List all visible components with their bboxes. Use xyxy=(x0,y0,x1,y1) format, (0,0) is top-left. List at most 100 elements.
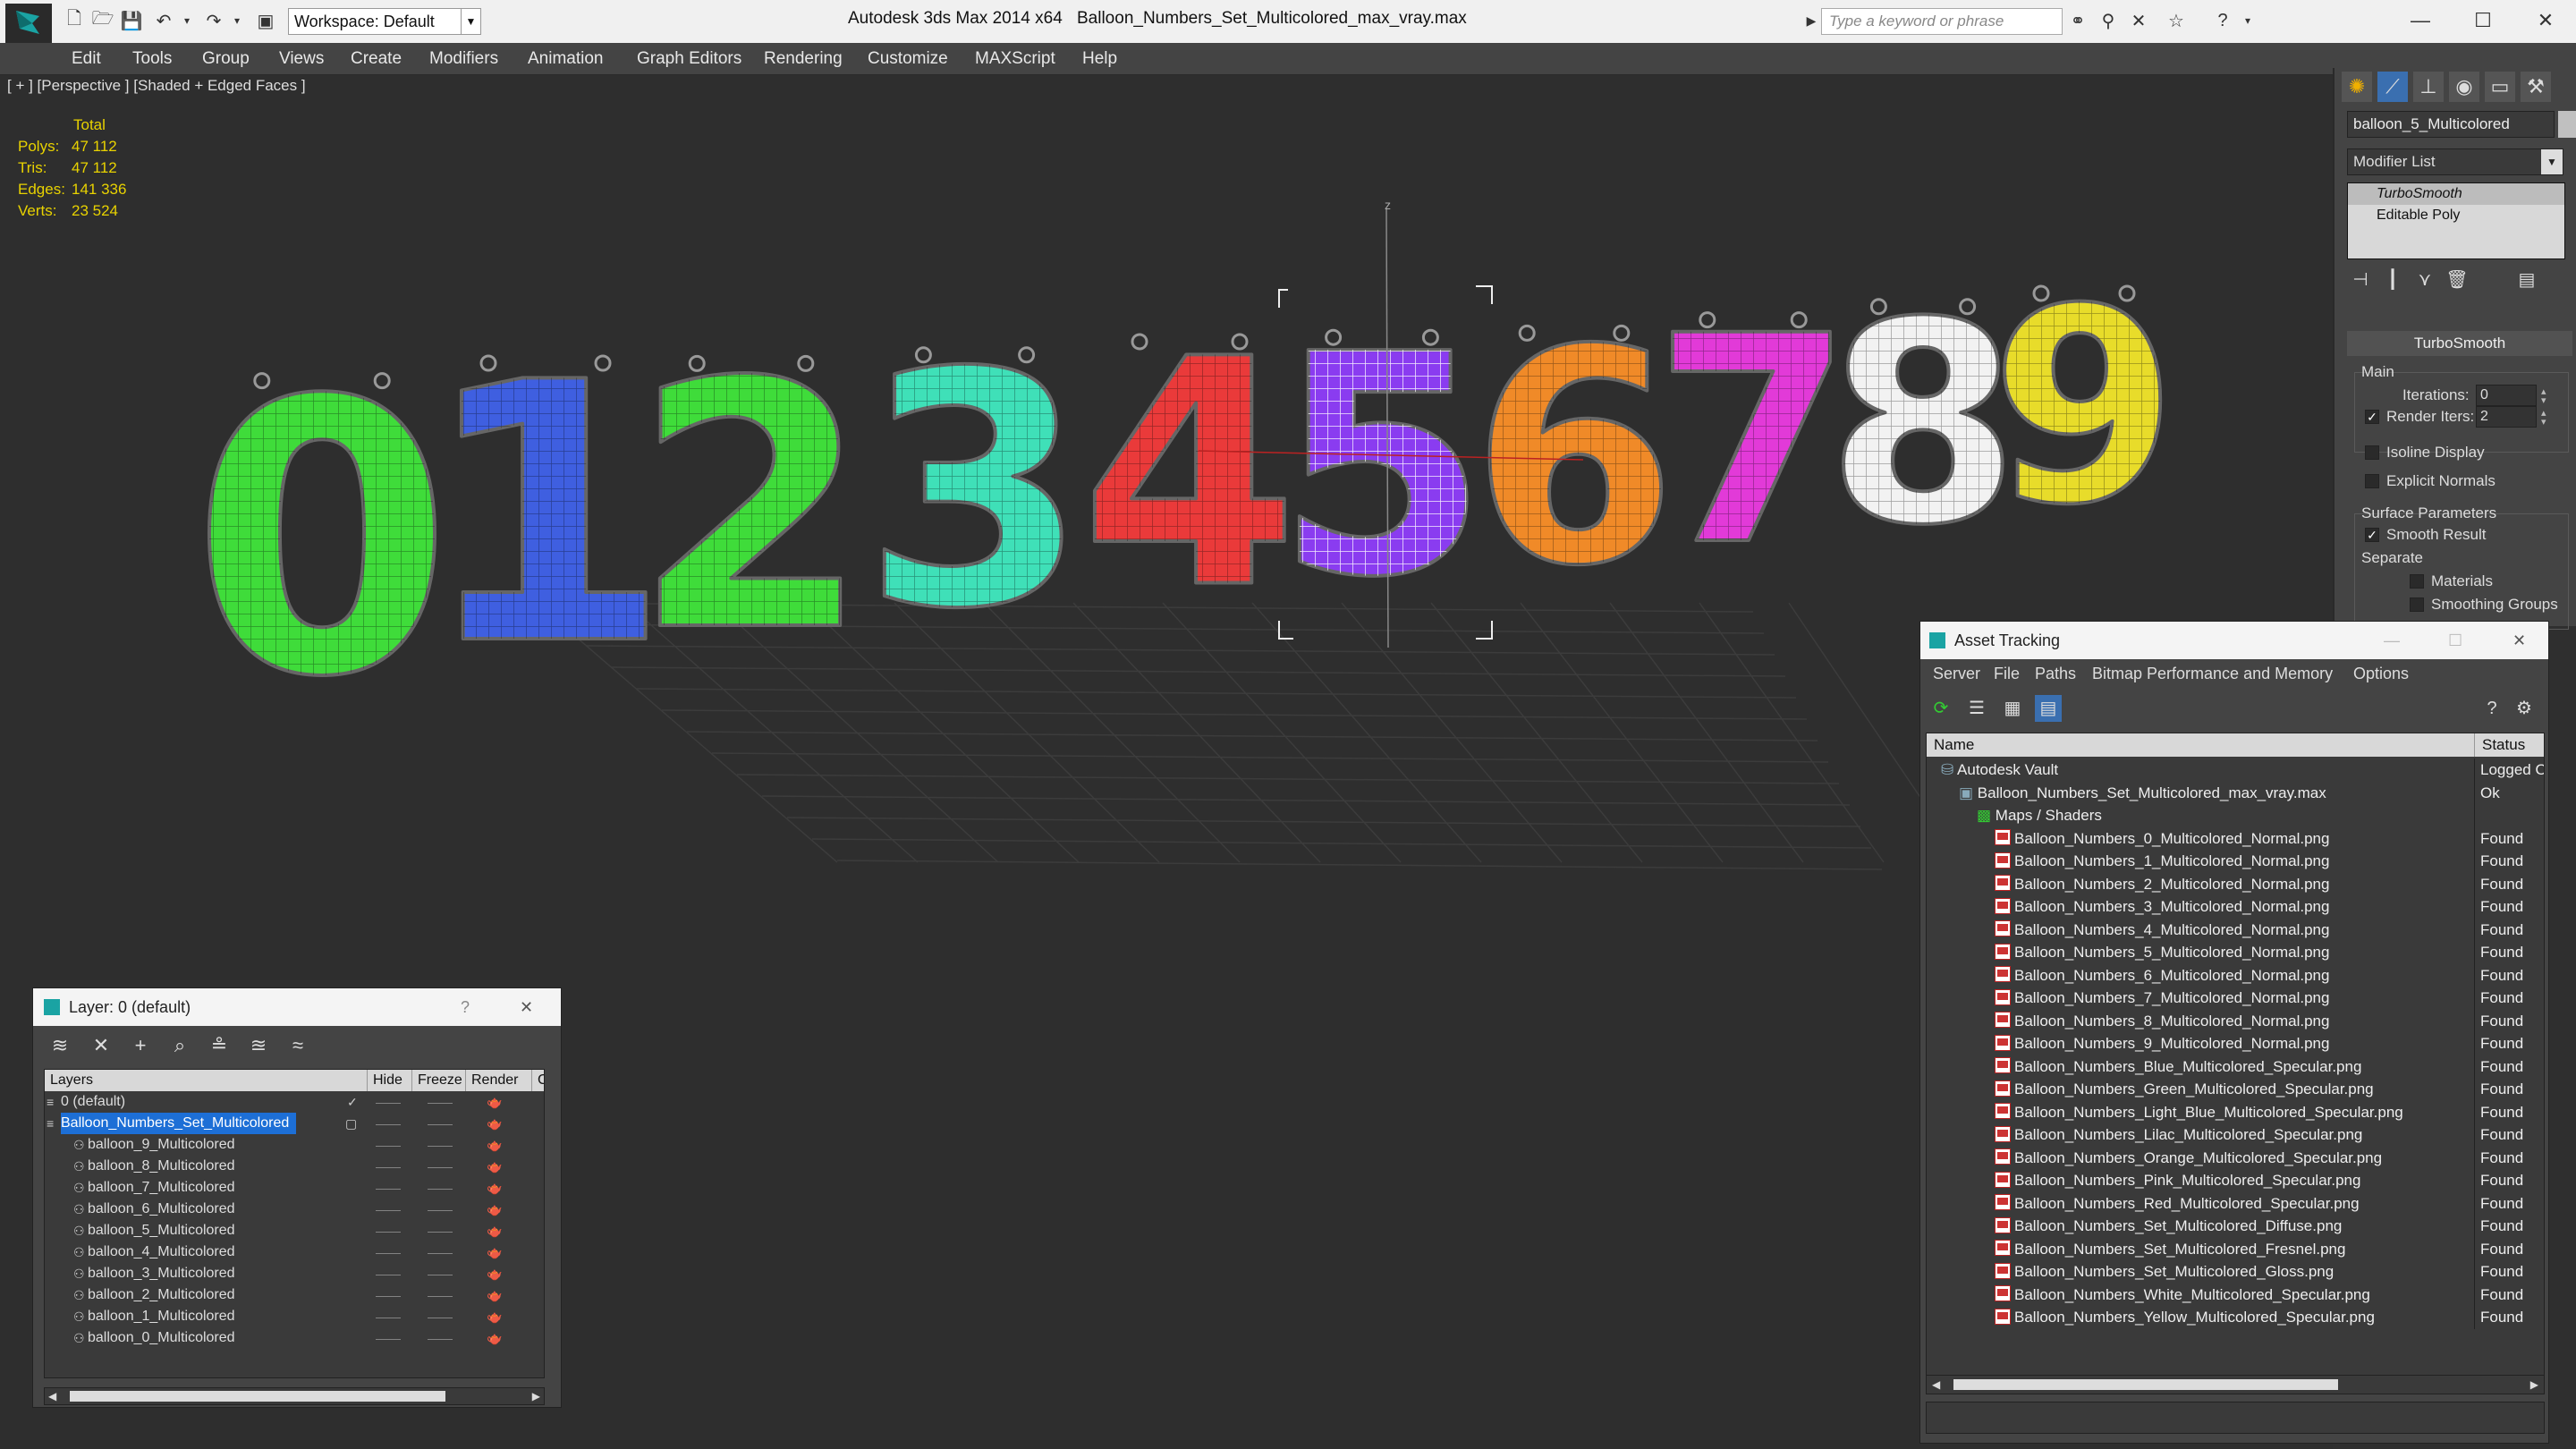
thumbnail-view-icon[interactable]: ▦ xyxy=(1999,695,2026,722)
layer-name[interactable]: 0 (default) xyxy=(61,1091,125,1113)
asset-row[interactable]: Balloon_Numbers_Light_Blue_Multicolored_… xyxy=(1927,1100,2544,1123)
modifier-list-dropdown[interactable]: Modifier List ▼ xyxy=(2347,148,2563,175)
asset-menu-paths[interactable]: Paths xyxy=(2035,665,2076,683)
help-dropdown-icon[interactable]: ▾ xyxy=(2236,9,2259,32)
menu-modifiers[interactable]: Modifiers xyxy=(429,43,498,75)
menu-maxscript[interactable]: MAXScript xyxy=(975,43,1055,75)
table-view-icon[interactable]: ▤ xyxy=(2035,695,2062,722)
scroll-right-icon[interactable]: ▶ xyxy=(2530,1376,2538,1394)
render-teapot-icon[interactable]: 🫖 xyxy=(487,1241,502,1263)
undo-dropdown-icon[interactable]: ▾ xyxy=(175,9,199,32)
scroll-left-icon[interactable]: ◀ xyxy=(48,1388,56,1404)
menu-group[interactable]: Group xyxy=(202,43,250,75)
scroll-thumb[interactable] xyxy=(1953,1379,2338,1390)
col-layers[interactable]: Layers xyxy=(45,1070,340,1091)
remove-modifier-icon[interactable]: 🗑 xyxy=(2444,267,2470,293)
asset-help-icon[interactable]: ? xyxy=(2479,695,2505,722)
asset-row[interactable]: Balloon_Numbers_5_Multicolored_Normal.pn… xyxy=(1927,941,2544,964)
hide-toggle[interactable]: —— xyxy=(376,1091,401,1113)
utilities-tab-icon[interactable]: ⚒ xyxy=(2521,72,2551,102)
hide-toggle[interactable]: —— xyxy=(376,1134,401,1156)
balloon-7[interactable]: 77 xyxy=(1652,274,1855,610)
hide-toggle[interactable]: —— xyxy=(376,1263,401,1284)
make-unique-icon[interactable]: ⋎ xyxy=(2411,267,2438,293)
asset-row[interactable]: Balloon_Numbers_Set_Multicolored_Diffuse… xyxy=(1927,1215,2544,1238)
freeze-toggle[interactable]: —— xyxy=(428,1327,453,1349)
communication-center-icon[interactable]: ✕ xyxy=(2127,9,2150,32)
asset-window-titlebar[interactable]: Asset Tracking — ☐ ✕ xyxy=(1920,622,2548,659)
asset-row[interactable]: Balloon_Numbers_3_Multicolored_Normal.pn… xyxy=(1927,895,2544,919)
freeze-toggle[interactable]: —— xyxy=(428,1156,453,1177)
layer-row[interactable]: ≡ Balloon_Numbers_Set_Multicolored ▢ —— —— 🫖 xyxy=(45,1113,544,1134)
layer-row[interactable]: ⚇ balloon_4_Multicolored —— —— 🫖 xyxy=(45,1241,544,1263)
freeze-toggle[interactable]: —— xyxy=(428,1241,453,1263)
freeze-toggle[interactable]: —— xyxy=(428,1284,453,1306)
col-freeze[interactable]: Freeze xyxy=(411,1070,462,1091)
stack-item-turbosmooth[interactable]: TurboSmooth xyxy=(2348,183,2564,205)
redo-dropdown-icon[interactable]: ▾ xyxy=(225,9,249,32)
layer-row[interactable]: ⚇ balloon_9_Multicolored —— —— 🫖 xyxy=(45,1134,544,1156)
workspace-dropdown[interactable]: Workspace: Default ▼ xyxy=(288,8,481,35)
hide-toggle[interactable]: —— xyxy=(376,1306,401,1327)
asset-menu-file[interactable]: File xyxy=(1994,665,2020,683)
layer-name[interactable]: balloon_5_Multicolored xyxy=(88,1220,235,1241)
asset-row[interactable]: Balloon_Numbers_Pink_Multicolored_Specul… xyxy=(1927,1169,2544,1192)
menu-tools[interactable]: Tools xyxy=(132,43,172,75)
render-teapot-icon[interactable]: 🫖 xyxy=(487,1284,502,1306)
highlight-selected-icon[interactable]: ≗ xyxy=(205,1031,233,1060)
layer-row[interactable]: ⚇ balloon_3_Multicolored —— —— 🫖 xyxy=(45,1263,544,1284)
asset-path-field[interactable] xyxy=(1926,1402,2545,1434)
maximize-button[interactable]: ☐ xyxy=(2456,5,2510,36)
col-color[interactable]: C xyxy=(531,1070,544,1091)
freeze-toggle[interactable]: —— xyxy=(428,1220,453,1241)
balloon-5[interactable]: 55 xyxy=(1275,288,1490,646)
menu-rendering[interactable]: Rendering xyxy=(764,43,843,75)
asset-row[interactable]: Balloon_Numbers_2_Multicolored_Normal.pn… xyxy=(1927,872,2544,895)
layer-window-titlebar[interactable]: Layer: 0 (default) ? ✕ xyxy=(33,988,561,1026)
render-teapot-icon[interactable]: 🫖 xyxy=(487,1199,502,1220)
scroll-left-icon[interactable]: ◀ xyxy=(1932,1376,1940,1394)
help-icon[interactable]: ? xyxy=(2211,9,2234,32)
layer-help-button[interactable]: ? xyxy=(461,988,470,1026)
layer-name[interactable]: balloon_2_Multicolored xyxy=(88,1284,235,1306)
asset-settings-icon[interactable]: ⚙ xyxy=(2511,695,2538,722)
layer-row[interactable]: ⚇ balloon_1_Multicolored —— —— 🫖 xyxy=(45,1306,544,1327)
add-to-layer-icon[interactable]: + xyxy=(126,1031,155,1060)
freeze-toggle[interactable]: —— xyxy=(428,1134,453,1156)
asset-menu-bitmap-performance[interactable]: Bitmap Performance and Memory xyxy=(2092,665,2333,683)
menu-views[interactable]: Views xyxy=(279,43,324,75)
layer-row[interactable]: ⚇ balloon_8_Multicolored —— —— 🫖 xyxy=(45,1156,544,1177)
binoculars-icon[interactable]: ⚭ xyxy=(2066,9,2089,32)
freeze-toggle[interactable]: —— xyxy=(428,1091,453,1113)
smoothing-groups-checkbox[interactable] xyxy=(2410,597,2424,612)
asset-row[interactable]: Balloon_Numbers_1_Multicolored_Normal.pn… xyxy=(1927,850,2544,873)
balloon-0[interactable]: 00 xyxy=(190,320,454,761)
layer-name[interactable]: Balloon_Numbers_Set_Multicolored xyxy=(61,1113,297,1134)
freeze-all-layers-icon[interactable]: ≈ xyxy=(284,1031,312,1060)
asset-row[interactable]: Balloon_Numbers_0_Multicolored_Normal.pn… xyxy=(1927,826,2544,850)
render-teapot-icon[interactable]: 🫖 xyxy=(487,1263,502,1284)
balloon-4[interactable]: 44 xyxy=(1079,291,1301,659)
asset-row[interactable]: ▩ Maps / Shaders xyxy=(1927,804,2544,827)
display-tab-icon[interactable]: ▭ xyxy=(2485,72,2515,102)
hide-toggle[interactable]: —— xyxy=(376,1241,401,1263)
freeze-toggle[interactable]: —— xyxy=(428,1113,453,1134)
stack-item-editable-poly[interactable]: Editable Poly xyxy=(2348,205,2564,226)
hide-toggle[interactable]: —— xyxy=(376,1327,401,1349)
isoline-display-checkbox[interactable] xyxy=(2365,445,2379,460)
freeze-toggle[interactable]: —— xyxy=(428,1199,453,1220)
layer-row[interactable]: ⚇ balloon_7_Multicolored —— —— 🫖 xyxy=(45,1177,544,1199)
hide-toggle[interactable]: —— xyxy=(376,1113,401,1134)
undo-icon[interactable]: ↶ xyxy=(152,9,175,32)
asset-row[interactable]: Balloon_Numbers_Red_Multicolored_Specula… xyxy=(1927,1191,2544,1215)
layer-close-button[interactable]: ✕ xyxy=(520,988,533,1026)
asset-menu-options[interactable]: Options xyxy=(2353,665,2409,683)
render-teapot-icon[interactable]: 🫖 xyxy=(487,1177,502,1199)
delete-layer-icon[interactable]: ✕ xyxy=(87,1031,115,1060)
list-view-icon[interactable]: ☰ xyxy=(1963,695,1990,722)
render-teapot-icon[interactable]: 🫖 xyxy=(487,1327,502,1349)
asset-row[interactable]: Balloon_Numbers_4_Multicolored_Normal.pn… xyxy=(1927,918,2544,941)
modify-tab-icon[interactable]: ⟋ xyxy=(2377,72,2408,102)
object-color-swatch[interactable] xyxy=(2558,111,2576,138)
modifier-stack[interactable]: TurboSmooth Editable Poly xyxy=(2347,182,2565,259)
